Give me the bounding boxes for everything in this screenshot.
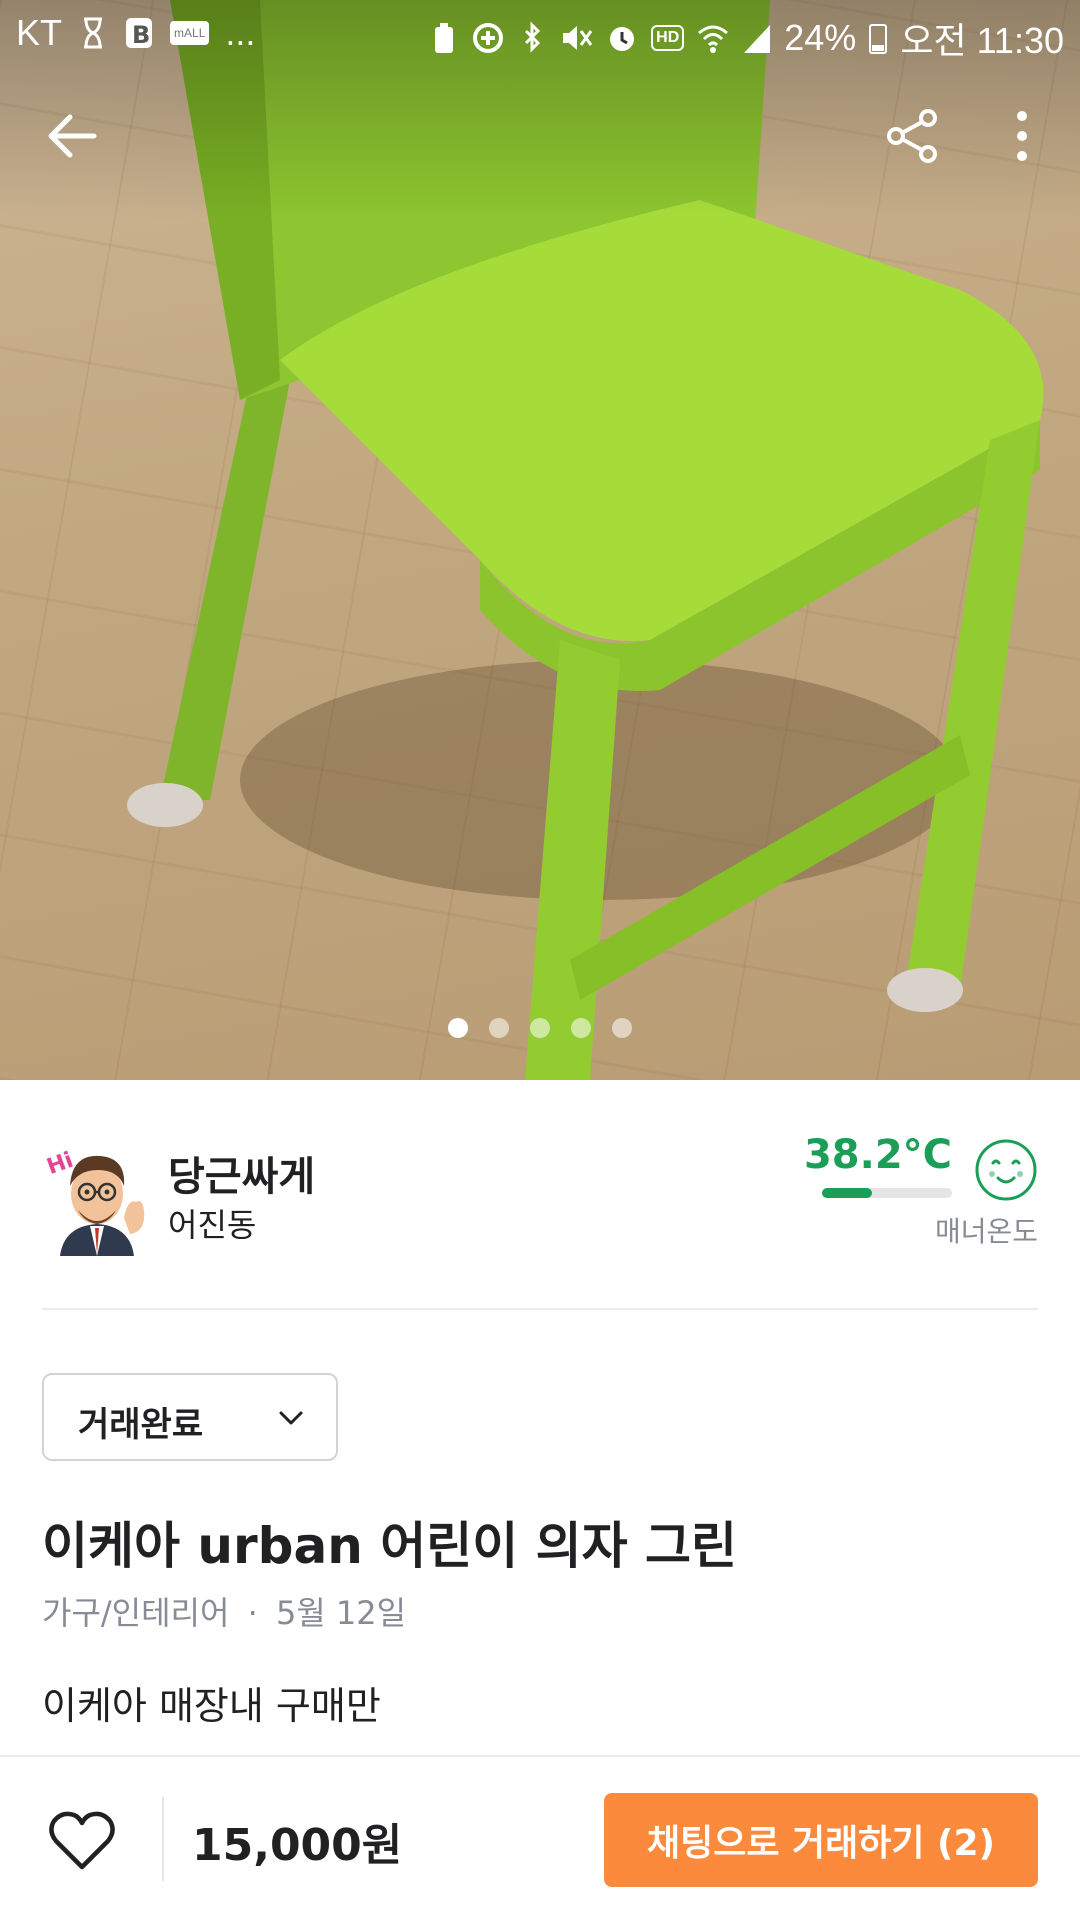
carrier-label: KT <box>16 12 63 53</box>
post-description: 이케아 매장내 구매만 <box>42 1674 1038 1760</box>
description-line: 이케아 매장내 구매만 <box>42 1684 381 1728</box>
chevron-down-icon <box>279 1411 303 1425</box>
smiley-face-icon <box>975 1139 1037 1201</box>
section-divider <box>42 1308 1038 1310</box>
bottom-divider <box>162 1797 164 1881</box>
battery-saver-icon <box>435 23 454 53</box>
data-saver-icon <box>473 23 504 53</box>
signal-icon <box>744 25 771 53</box>
chat-trade-button[interactable]: 채팅으로 거래하기 (2) <box>604 1793 1038 1887</box>
carousel-dot[interactable] <box>612 1018 632 1038</box>
carousel-dot[interactable] <box>571 1018 591 1038</box>
more-vertical-icon <box>1017 111 1027 161</box>
back-button[interactable] <box>36 100 108 172</box>
trade-status-dropdown[interactable]: 거래완료 <box>42 1373 338 1461</box>
hd-voice-icon: HD <box>651 25 685 51</box>
bluetooth-icon <box>525 21 541 53</box>
seller-nickname[interactable]: 당근싸게 <box>168 1144 315 1202</box>
share-icon <box>887 109 937 163</box>
battery-percent: 24% <box>784 17 857 58</box>
more-options-button[interactable] <box>986 100 1058 172</box>
clock: 오전 11:30 <box>900 20 1064 61</box>
svg-text:B: B <box>132 21 150 49</box>
avatar[interactable]: Hi <box>42 1136 152 1256</box>
carousel-indicator <box>0 1018 1080 1038</box>
mute-icon <box>563 26 593 50</box>
b-app-icon: B <box>126 18 153 49</box>
carousel-dot[interactable] <box>489 1018 509 1038</box>
arrow-left-icon <box>48 114 97 158</box>
post-date: 5월 12일 <box>275 1594 407 1632</box>
share-button[interactable] <box>876 100 948 172</box>
price: 15,000원 <box>192 1820 403 1871</box>
trade-status-value: 거래완료 <box>78 1405 204 1445</box>
seller-location: 어진동 <box>168 1206 257 1244</box>
manner-temp-value: 38.2°C <box>803 1132 952 1178</box>
mall-app-icon: mALL <box>170 21 210 45</box>
more-notifications-indicator: ... <box>225 12 256 53</box>
manner-temp-bar <box>822 1188 952 1198</box>
heart-icon[interactable] <box>48 1809 116 1873</box>
carousel-dot[interactable] <box>448 1018 468 1038</box>
bottom-action-bar: 15,000원 채팅으로 거래하기 (2) <box>0 1755 1080 1922</box>
meta-separator: · <box>247 1594 258 1632</box>
manner-temperature[interactable]: 38.2°C 매너온도 <box>804 1130 1038 1260</box>
carousel-dot[interactable] <box>530 1018 550 1038</box>
alarm-icon <box>610 27 635 51</box>
hourglass-icon <box>84 17 103 49</box>
seller-profile[interactable]: Hi 당근싸게 어진동 38.2°C 매너온도 <box>42 1130 1038 1260</box>
status-bar: KT B mALL ... HD 24% 오전 11:30 <box>0 0 1080 64</box>
wifi-icon <box>698 25 729 53</box>
post-category[interactable]: 가구/인테리어 <box>42 1594 229 1632</box>
post-meta: 가구/인테리어 · 5월 12일 <box>42 1588 406 1634</box>
manner-temp-fill <box>822 1188 872 1198</box>
battery-icon <box>869 24 888 54</box>
post-title: 이케아 urban 어린이 의자 그린 <box>42 1517 738 1575</box>
manner-temp-label: 매너온도 <box>934 1215 1038 1248</box>
